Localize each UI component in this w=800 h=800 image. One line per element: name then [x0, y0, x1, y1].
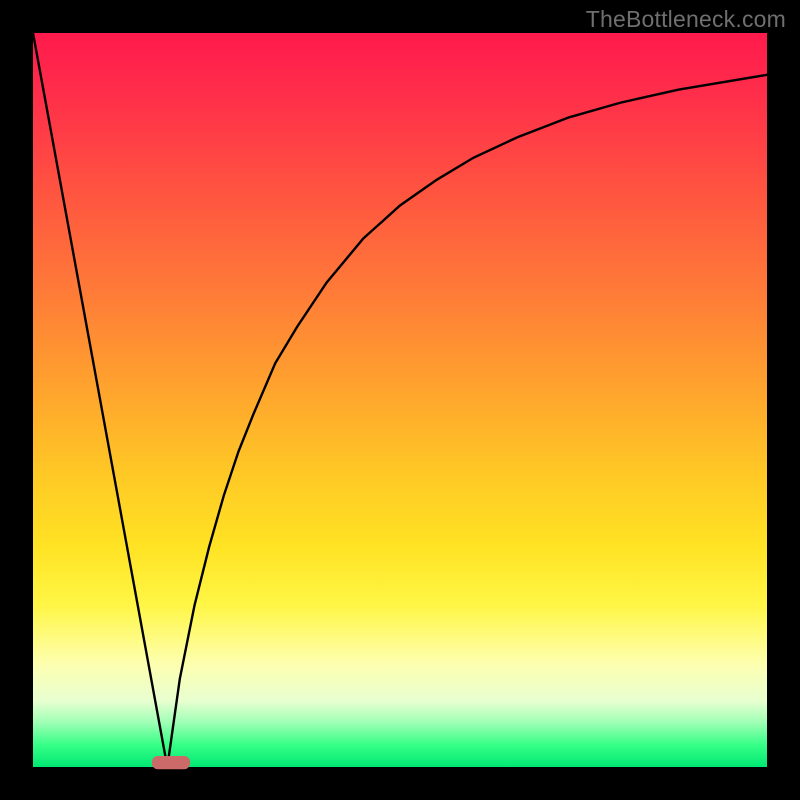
chart-svg: [33, 33, 767, 767]
chart-frame: TheBottleneck.com: [0, 0, 800, 800]
watermark-text: TheBottleneck.com: [586, 6, 786, 33]
curve-right-branch: [167, 75, 767, 767]
sweet-spot-marker: [152, 756, 190, 769]
plot-area: [33, 33, 767, 767]
curve-left-branch: [33, 33, 167, 767]
